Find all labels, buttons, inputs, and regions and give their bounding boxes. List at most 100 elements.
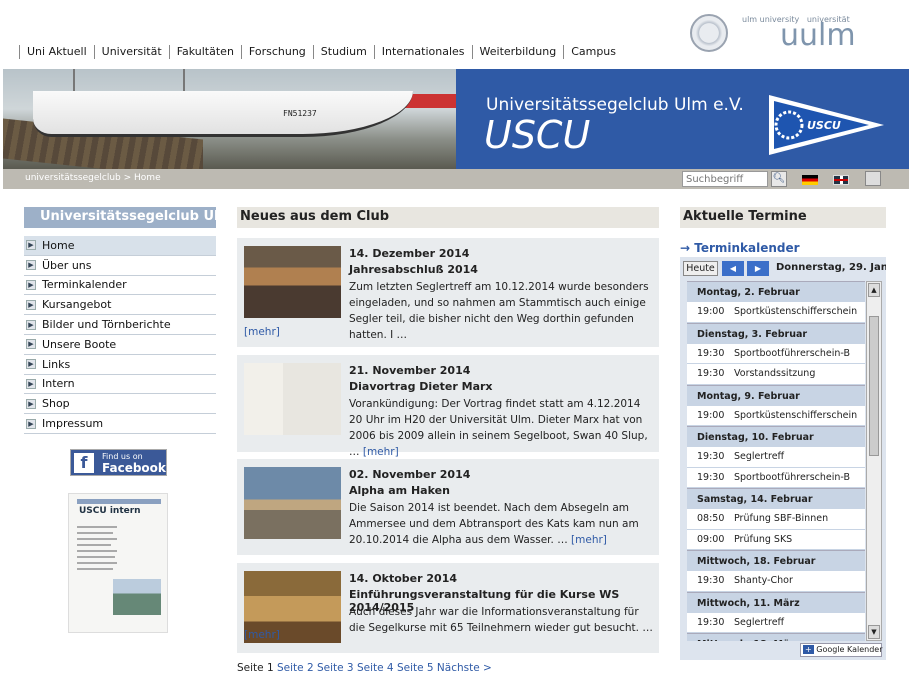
search-input[interactable] [682, 171, 768, 187]
google-calendar-badge[interactable]: + Google Kalender [800, 643, 883, 657]
prev-icon[interactable]: ◀ [722, 261, 744, 276]
arrow-right-icon: ▶ [26, 299, 36, 310]
sidebar-item-label: Über uns [42, 258, 92, 272]
uscu-flag-icon: USCU [769, 95, 884, 155]
event-list: Montag, 2. Februar 19:00 Sportküstenschiff… [687, 281, 865, 641]
event-title: Sportküstenschifferschein [734, 409, 858, 421]
today-button[interactable]: Heute [683, 261, 718, 276]
page-link[interactable]: Seite 2 [277, 662, 314, 674]
page-link[interactable]: Seite 3 [317, 662, 354, 674]
next-icon[interactable]: ▶ [747, 261, 769, 276]
search-button[interactable]: 🔍︎ [771, 171, 787, 187]
sidebar-item-label: Home [42, 238, 75, 252]
arrow-right-icon: ▶ [26, 359, 36, 370]
nav-item-weiterbildung[interactable]: Weiterbildung [471, 45, 564, 59]
sidebar-item-label: Intern [42, 377, 75, 391]
news-item: 02. November 2014 Alpha am Haken Die Saiso… [237, 459, 659, 555]
calendar-event[interactable]: 09:00 Prüfung SKS [687, 529, 865, 550]
event-title: Prüfung SBF-Binnen [734, 513, 829, 525]
news-body: Auch dieses Jahr war die Informationsver… [349, 604, 653, 636]
facebook-button[interactable]: f Find us on Facebook [70, 449, 167, 476]
sidebar-item[interactable]: ▶ Links [24, 355, 216, 375]
news-thumbnail[interactable] [244, 246, 341, 318]
news-title[interactable]: Jahresabschluß 2014 [349, 263, 478, 276]
calendar-day-header: Dienstag, 10. Februar [687, 426, 865, 447]
news-date: 02. November 2014 [349, 468, 471, 481]
uscu-intern-newsletter[interactable]: USCU intern [68, 493, 168, 633]
page-link[interactable]: Seite 4 [357, 662, 394, 674]
print-icon[interactable] [865, 171, 881, 186]
scroll-thumb[interactable] [869, 316, 879, 456]
event-time: 08:50 [697, 513, 725, 525]
nav-item-forschung[interactable]: Forschung [240, 45, 313, 59]
news-title[interactable]: Alpha am Haken [349, 484, 450, 497]
event-title: Sportküstenschifferschein [734, 306, 858, 318]
calendar-event[interactable]: 19:30 Seglertreff [687, 612, 865, 633]
sidebar-item[interactable]: ▶ Shop [24, 394, 216, 415]
news-thumbnail[interactable] [244, 363, 341, 435]
arrow-right-icon: ▶ [26, 240, 36, 251]
calendar-event[interactable]: 19:00 Sportküstenschifferschein [687, 405, 865, 426]
university-seal-icon [690, 14, 728, 52]
nav-item-campus[interactable]: Campus [563, 45, 623, 59]
nav-item-studium[interactable]: Studium [312, 45, 374, 59]
event-list-scrollbar[interactable]: ▲ ▼ [866, 281, 882, 641]
event-time: 19:30 [697, 471, 725, 483]
newsletter-image [113, 579, 161, 615]
calendar-event[interactable]: 19:30 Shanty-Chor [687, 571, 865, 592]
sidebar-item[interactable]: ▶ Über uns [24, 256, 216, 276]
arrow-right-icon: ▶ [26, 418, 36, 429]
news-date: 21. November 2014 [349, 364, 471, 377]
calendar-widget: Heute ◀ ▶ Donnerstag, 29. Januar Montag,… [680, 257, 886, 660]
news-item: 14. Dezember 2014 Jahresabschluß 2014 Zum … [237, 238, 659, 347]
read-more-link[interactable]: [mehr] [244, 629, 280, 641]
sidebar-heading: Universitätssegelclub Ulm [24, 207, 232, 228]
german-flag-icon[interactable] [802, 175, 818, 185]
sidebar-item[interactable]: ▶ Kursangebot [24, 295, 216, 316]
event-time: 19:30 [697, 575, 725, 587]
calendar-day-header: Mittwoch, 11. März [687, 591, 865, 613]
terminkalender-link[interactable]: → Terminkalender [680, 241, 800, 255]
calendar-event[interactable]: 19:30 Seglertreff [687, 447, 865, 468]
nav-item-internationales[interactable]: Internationales [373, 45, 472, 59]
breadcrumb[interactable]: universitätssegelclub > Home [25, 173, 161, 183]
scroll-up-icon[interactable]: ▲ [868, 283, 880, 297]
nav-item-uni-aktuell[interactable]: Uni Aktuell [19, 45, 94, 59]
nav-item-universität[interactable]: Universität [93, 45, 169, 59]
sidebar-item[interactable]: ▶ Bilder und Törnberichte [24, 315, 216, 335]
event-time: 19:30 [697, 451, 725, 463]
page-link[interactable]: Nächste > [437, 662, 492, 674]
read-more-link[interactable]: [mehr] [571, 534, 607, 546]
news-title[interactable]: Diavortrag Dieter Marx [349, 380, 493, 393]
calendar-event[interactable]: 19:00 Sportküstenschifferschein [687, 302, 865, 323]
sidebar-item[interactable]: ▶ Terminkalender [24, 276, 216, 296]
newsletter-title: USCU intern [79, 506, 141, 516]
calendar-day-header: Mittwoch, 18. Februar [687, 550, 865, 571]
sidebar-item[interactable]: ▶ Unsere Boote [24, 335, 216, 355]
calendar-day-header: Dienstag, 3. Februar [687, 322, 865, 344]
arrow-right-icon: ▶ [26, 260, 36, 271]
read-more-link[interactable]: [mehr] [244, 326, 280, 338]
calendar-event[interactable]: 08:50 Prüfung SBF-Binnen [687, 509, 865, 530]
news-thumbnail[interactable] [244, 467, 341, 539]
sidebar-item[interactable]: ▶ Intern [24, 375, 216, 395]
calendar-event[interactable]: 19:30 Sportbootführerschein-B [687, 343, 865, 364]
scroll-down-icon[interactable]: ▼ [868, 625, 880, 639]
sidebar-item[interactable]: ▶ Home [24, 236, 216, 256]
arrow-right-icon: ▶ [26, 279, 36, 290]
event-time: 19:00 [697, 409, 725, 421]
uulm-logo[interactable]: ulm university universität uulm [688, 12, 888, 58]
calendar-event[interactable]: 19:30 Vorstandssitzung [687, 364, 865, 385]
club-name: Universitätssegelclub Ulm e.V. [486, 95, 744, 115]
page-link[interactable]: Seite 5 [397, 662, 434, 674]
search-icon: 🔍︎ [772, 173, 786, 184]
svg-text:USCU: USCU [807, 119, 841, 132]
sidebar-item-label: Bilder und Törnberichte [42, 318, 171, 332]
english-flag-icon[interactable] [833, 175, 849, 185]
read-more-link[interactable]: [mehr] [363, 446, 399, 458]
calendar-event[interactable]: 19:30 Sportbootführerschein-B [687, 467, 865, 488]
arrow-right-icon: ▶ [26, 378, 36, 389]
sidebar-item[interactable]: ▶ Impressum [24, 414, 216, 434]
nav-item-fakultäten[interactable]: Fakultäten [168, 45, 241, 59]
facebook-icon: f [74, 453, 94, 473]
